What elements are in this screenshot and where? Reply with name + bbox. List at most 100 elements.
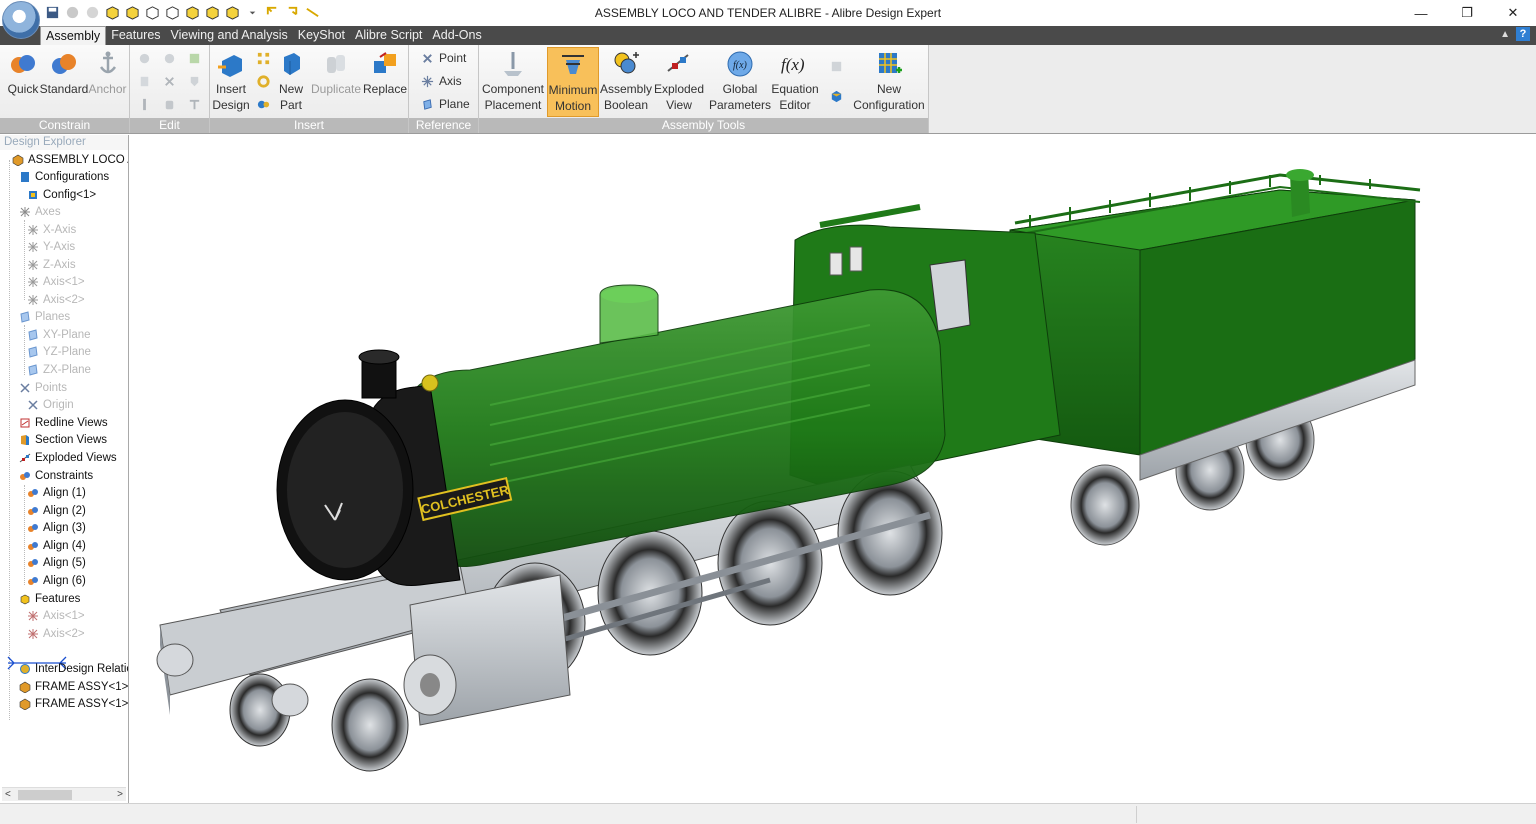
axis-icon: [27, 276, 39, 288]
scroll-right-icon[interactable]: >: [117, 788, 123, 802]
plane-label: Plane: [439, 97, 470, 111]
replace-button[interactable]: Replace: [362, 47, 408, 117]
tab-add-ons[interactable]: Add-Ons: [427, 26, 486, 45]
tree-item-xy-plane[interactable]: XY-Plane: [27, 326, 91, 343]
axis-button[interactable]: Axis: [421, 74, 462, 88]
tree-item-align4[interactable]: Align (4): [27, 537, 86, 554]
minimum-motion-icon: [556, 48, 590, 82]
new-configuration-button[interactable]: New Configuration: [851, 47, 927, 117]
insert-design-button[interactable]: Insert Design: [210, 47, 252, 117]
tree-item-points[interactable]: Points: [19, 379, 67, 396]
pattern-icon[interactable]: [254, 49, 272, 67]
standard-constrain-icon: [47, 47, 81, 81]
config-grey-icon[interactable]: [827, 57, 845, 75]
tree-item-planes[interactable]: Planes: [19, 308, 70, 325]
axis-icon: [27, 294, 39, 306]
tree-item-axis1[interactable]: Axis<1>: [27, 273, 85, 290]
tender-body: [1009, 169, 1421, 481]
collapse-ribbon-icon[interactable]: ▲: [1500, 29, 1510, 40]
exploded-label: Exploded: [653, 82, 705, 96]
exploded-view-button[interactable]: Exploded View: [653, 47, 705, 117]
minimize-button[interactable]: —: [1398, 0, 1444, 26]
mirror-icon[interactable]: [254, 95, 272, 113]
locomotive-model[interactable]: COLCHESTER: [130, 135, 1536, 803]
new-part-button[interactable]: New Part: [276, 47, 306, 117]
3d-viewport[interactable]: COLCHESTER: [130, 135, 1536, 803]
application-logo[interactable]: [2, 1, 40, 39]
tab-features[interactable]: Features: [106, 26, 165, 45]
edit-pin-icon[interactable]: [135, 95, 153, 113]
edit-circle-icon[interactable]: [135, 49, 153, 67]
quick-constrain-button[interactable]: Quick: [3, 47, 43, 117]
plane-button[interactable]: Plane: [421, 97, 470, 111]
component-placement-button[interactable]: Component Placement: [481, 47, 545, 117]
tree-item-z-axis[interactable]: Z-Axis: [27, 256, 76, 273]
explorer-horizontal-scrollbar[interactable]: < >: [2, 787, 126, 801]
align-constraint-icon: [27, 575, 39, 587]
equation-label: Equation: [771, 82, 819, 96]
edit-shield-icon[interactable]: [185, 72, 203, 90]
tree-item-align6[interactable]: Align (6): [27, 572, 86, 589]
config-cube-icon[interactable]: [827, 87, 845, 105]
delete-icon[interactable]: [160, 72, 178, 90]
tab-viewing-analysis[interactable]: Viewing and Analysis: [166, 26, 293, 45]
tree-item-yz-plane[interactable]: YZ-Plane: [27, 343, 91, 360]
tree-item-y-axis[interactable]: Y-Axis: [27, 238, 75, 255]
status-separator: [1136, 806, 1137, 823]
close-button[interactable]: ✕: [1490, 0, 1536, 26]
standard-constrain-button[interactable]: Standard: [40, 47, 88, 117]
duplicate-button[interactable]: Duplicate: [309, 47, 363, 117]
tree-item-interdesign[interactable]: InterDesign Relatic: [19, 660, 128, 677]
tree-item-configurations[interactable]: Configurations: [19, 168, 109, 185]
tab-alibre-script[interactable]: Alibre Script: [350, 26, 427, 45]
scroll-left-icon[interactable]: <: [5, 788, 11, 802]
part-label: Part: [279, 98, 302, 112]
tree-item-features[interactable]: Features: [19, 590, 80, 607]
tab-keyshot[interactable]: KeyShot: [293, 26, 350, 45]
tree-item-x-axis[interactable]: X-Axis: [27, 221, 76, 238]
anchor-button[interactable]: Anchor: [87, 47, 128, 117]
tree-item-frame-assy-1[interactable]: FRAME ASSY<1>: [19, 678, 128, 695]
edit-check-icon[interactable]: [185, 49, 203, 67]
tab-assembly[interactable]: Assembly: [40, 26, 107, 45]
tree-item-redline-views[interactable]: Redline Views: [19, 414, 108, 431]
tree-item-frame-assy-2[interactable]: FRAME ASSY<1>: [19, 695, 128, 712]
boolean-label: Boolean: [603, 98, 649, 112]
tree-item-align3[interactable]: Align (3): [27, 519, 86, 536]
help-icon[interactable]: ?: [1516, 27, 1530, 41]
tree-item-root[interactable]: ASSEMBLY LOCO A: [12, 151, 128, 168]
edit-circle2-icon[interactable]: [160, 49, 178, 67]
edit-copy-icon[interactable]: [135, 72, 153, 90]
minimum-motion-button[interactable]: Minimum Motion: [547, 47, 599, 117]
placement-label: Placement: [484, 98, 542, 112]
tree-item-exploded-views[interactable]: Exploded Views: [19, 449, 117, 466]
tree-item-zx-plane[interactable]: ZX-Plane: [27, 361, 91, 378]
insert-design-icon: [214, 47, 248, 81]
tree-item-origin[interactable]: Origin: [27, 396, 74, 413]
tree-item-feature-axis2[interactable]: Axis<2>: [27, 625, 85, 642]
tree-item-section-views[interactable]: Section Views: [19, 431, 107, 448]
tree-item-axes[interactable]: Axes: [19, 203, 61, 220]
edit-hand-icon[interactable]: [160, 95, 178, 113]
group-assembly-tools: Component Placement Minimum Motion Assem…: [479, 45, 929, 133]
duplicate-label: Duplicate: [310, 82, 362, 96]
tree-item-axis2[interactable]: Axis<2>: [27, 291, 85, 308]
tree-item-feature-axis1[interactable]: Axis<1>: [27, 607, 85, 624]
point-button[interactable]: Point: [421, 51, 466, 65]
svg-text:f(x): f(x): [781, 55, 805, 74]
equation-editor-button[interactable]: f(x) Equation Editor: [770, 47, 820, 117]
edit-axis-icon[interactable]: [185, 95, 203, 113]
group-label-edit: Edit: [130, 118, 209, 133]
view-label: View: [666, 98, 692, 112]
tree-item-config1[interactable]: Config<1>: [27, 186, 96, 203]
scroll-thumb[interactable]: [18, 790, 72, 800]
restore-button[interactable]: ❐: [1444, 0, 1490, 26]
tree-item-align2[interactable]: Align (2): [27, 502, 86, 519]
circular-pattern-icon[interactable]: [254, 72, 272, 90]
global-parameters-button[interactable]: f(x) Global Parameters: [709, 47, 771, 117]
assembly-boolean-button[interactable]: Assembly Boolean: [600, 47, 652, 117]
tree-item-align5[interactable]: Align (5): [27, 554, 86, 571]
new-label: New: [278, 82, 303, 96]
tree-item-constraints[interactable]: Constraints: [19, 467, 93, 484]
tree-item-align1[interactable]: Align (1): [27, 484, 86, 501]
